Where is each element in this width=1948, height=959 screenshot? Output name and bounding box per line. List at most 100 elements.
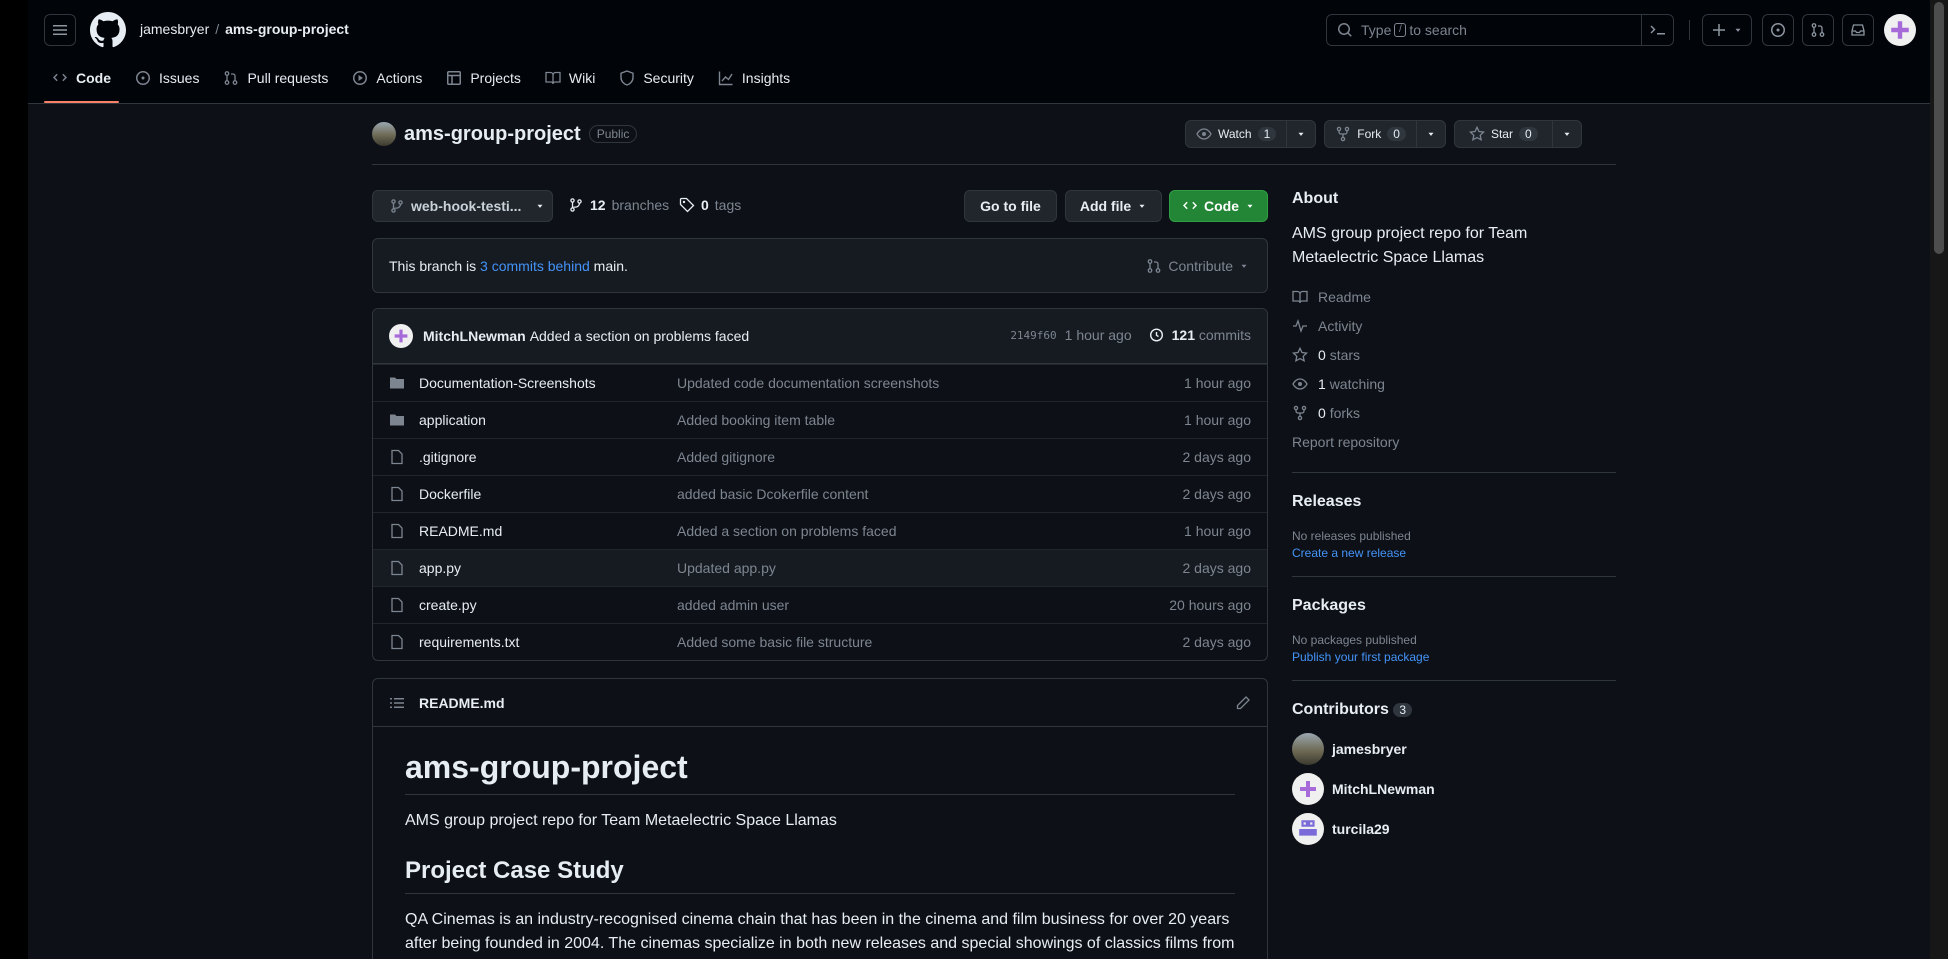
file-commit-message[interactable]: Added gitignore [677, 449, 1267, 465]
browser-viewport: jamesbryer / ams-group-project Type / to s… [28, 0, 1930, 959]
fork-button[interactable]: Fork 0 [1324, 120, 1446, 148]
about-heading: About [1292, 190, 1339, 207]
fork-dropdown[interactable] [1417, 121, 1445, 147]
list-icon[interactable] [389, 695, 405, 711]
file-row[interactable]: requirements.txt Added some basic file s… [373, 623, 1267, 660]
contributor-name: turcila29 [1332, 821, 1390, 837]
menu-button[interactable] [44, 14, 76, 46]
issue-icon [1771, 23, 1785, 37]
forks-count: 0 [1318, 404, 1326, 421]
file-commit-message[interactable]: Added booking item table [677, 412, 1267, 428]
file-age: 1 hour ago [1184, 375, 1251, 391]
commit-sha[interactable]: 2149f60 [1010, 329, 1056, 342]
tags-link[interactable]: 0 tags [679, 197, 741, 213]
stars-link[interactable]: 0 stars [1292, 340, 1616, 369]
file-icon [391, 486, 403, 502]
file-name[interactable]: requirements.txt [419, 634, 677, 650]
page-scrollbar[interactable] [1930, 0, 1948, 959]
report-repository-link[interactable]: Report repository [1292, 427, 1616, 456]
file-row[interactable]: Dockerfile added basic Dcokerfile conten… [373, 475, 1267, 512]
owner-link[interactable]: jamesbryer [140, 21, 209, 37]
readme-content: ams-group-project AMS group project repo… [373, 727, 1267, 959]
file-row[interactable]: create.py added admin user 20 hours ago [373, 586, 1267, 623]
tab-security[interactable]: Security [611, 62, 702, 94]
tab-projects[interactable]: Projects [438, 62, 529, 94]
go-to-file-button[interactable]: Go to file [964, 190, 1057, 222]
file-commit-message[interactable]: added basic Dcokerfile content [677, 486, 1267, 502]
commits-behind-link[interactable]: 3 commits behind [480, 258, 590, 274]
contributors-heading[interactable]: Contributors 3 [1292, 701, 1616, 719]
watch-button[interactable]: Watch 1 [1185, 120, 1317, 148]
file-commit-message[interactable]: Updated app.py [677, 560, 1267, 576]
file-row[interactable]: README.md Added a section on problems fa… [373, 512, 1267, 549]
commit-author-avatar[interactable] [389, 324, 413, 348]
file-name[interactable]: Documentation-Screenshots [419, 375, 677, 391]
command-palette-button[interactable] [1641, 14, 1673, 46]
readme-link[interactable]: Readme [1292, 282, 1616, 311]
github-logo-icon[interactable] [90, 12, 126, 48]
file-commit-message[interactable]: Added some basic file structure [677, 634, 1267, 650]
commit-message[interactable]: Added a section on problems faced [530, 328, 749, 344]
watch-main[interactable]: Watch 1 [1186, 121, 1288, 147]
repo-link[interactable]: ams-group-project [225, 21, 349, 37]
commit-author[interactable]: MitchLNewman [423, 328, 526, 344]
forks-link[interactable]: 0 forks [1292, 398, 1616, 427]
commits-link[interactable]: 121 commits [1172, 327, 1251, 343]
tab-code[interactable]: Code [44, 62, 119, 103]
branch-select-button[interactable]: web-hook-testi... [372, 190, 553, 222]
pencil-icon[interactable] [1235, 695, 1251, 711]
no-releases-text: No releases published [1292, 529, 1411, 543]
file-name[interactable]: Dockerfile [419, 486, 677, 502]
file-row[interactable]: .gitignore Added gitignore 2 days ago [373, 438, 1267, 475]
file-row[interactable]: app.py Updated app.py 2 days ago [373, 549, 1267, 586]
file-name[interactable]: app.py [419, 560, 677, 576]
tab-actions[interactable]: Actions [344, 62, 430, 94]
activity-link[interactable]: Activity [1292, 311, 1616, 340]
branches-link[interactable]: 12 branches [568, 197, 669, 213]
file-name[interactable]: README.md [419, 523, 677, 539]
repo-name[interactable]: ams-group-project [404, 123, 581, 146]
watchers-link[interactable]: 1 watching [1292, 369, 1616, 398]
file-commit-message[interactable]: Updated code documentation screenshots [677, 375, 1267, 391]
star-main[interactable]: Star 0 [1455, 121, 1553, 147]
create-new-button[interactable] [1702, 14, 1752, 46]
chevron-down-icon [1735, 28, 1741, 32]
contributor-item[interactable]: MitchLNewman [1292, 769, 1616, 809]
search-input[interactable]: Type / to search [1326, 14, 1674, 46]
file-name[interactable]: .gitignore [419, 449, 677, 465]
code-button[interactable]: Code [1169, 190, 1268, 222]
tab-label: Insights [741, 70, 791, 86]
tab-pull-requests[interactable]: Pull requests [215, 62, 336, 94]
star-button[interactable]: Star 0 [1453, 120, 1582, 148]
releases-heading[interactable]: Releases [1292, 493, 1616, 511]
packages-heading[interactable]: Packages [1292, 597, 1616, 615]
add-file-button[interactable]: Add file [1065, 190, 1162, 222]
publish-package-link[interactable]: Publish your first package [1292, 650, 1616, 664]
your-issues-button[interactable] [1762, 14, 1794, 46]
file-row[interactable]: Documentation-Screenshots Updated code d… [373, 364, 1267, 401]
star-dropdown[interactable] [1553, 121, 1581, 147]
file-name[interactable]: application [419, 412, 677, 428]
chevron-down-icon [1428, 132, 1434, 136]
readme-filename[interactable]: README.md [419, 695, 505, 711]
create-release-link[interactable]: Create a new release [1292, 546, 1616, 560]
file-name[interactable]: create.py [419, 597, 677, 613]
user-avatar[interactable] [1884, 14, 1916, 46]
contribute-dropdown[interactable]: Contribute [1146, 258, 1249, 274]
contributor-name: jamesbryer [1332, 741, 1407, 757]
readme-heading: Project Case Study [405, 857, 1235, 894]
file-row[interactable]: application Added booking item table 1 h… [373, 401, 1267, 438]
your-pull-requests-button[interactable] [1802, 14, 1834, 46]
file-commit-message[interactable]: Added a section on problems faced [677, 523, 1267, 539]
owner-avatar[interactable] [372, 122, 396, 146]
tab-insights[interactable]: Insights [710, 62, 798, 94]
notifications-button[interactable] [1842, 14, 1874, 46]
fork-main[interactable]: Fork 0 [1325, 121, 1417, 147]
contributor-item[interactable]: turcila29 [1292, 809, 1616, 849]
tab-issues[interactable]: Issues [127, 62, 207, 94]
scrollbar-thumb[interactable] [1934, 2, 1944, 254]
title-divider [372, 164, 1616, 165]
watch-dropdown[interactable] [1287, 121, 1315, 147]
tab-wiki[interactable]: Wiki [537, 62, 603, 94]
contributor-item[interactable]: jamesbryer [1292, 729, 1616, 769]
